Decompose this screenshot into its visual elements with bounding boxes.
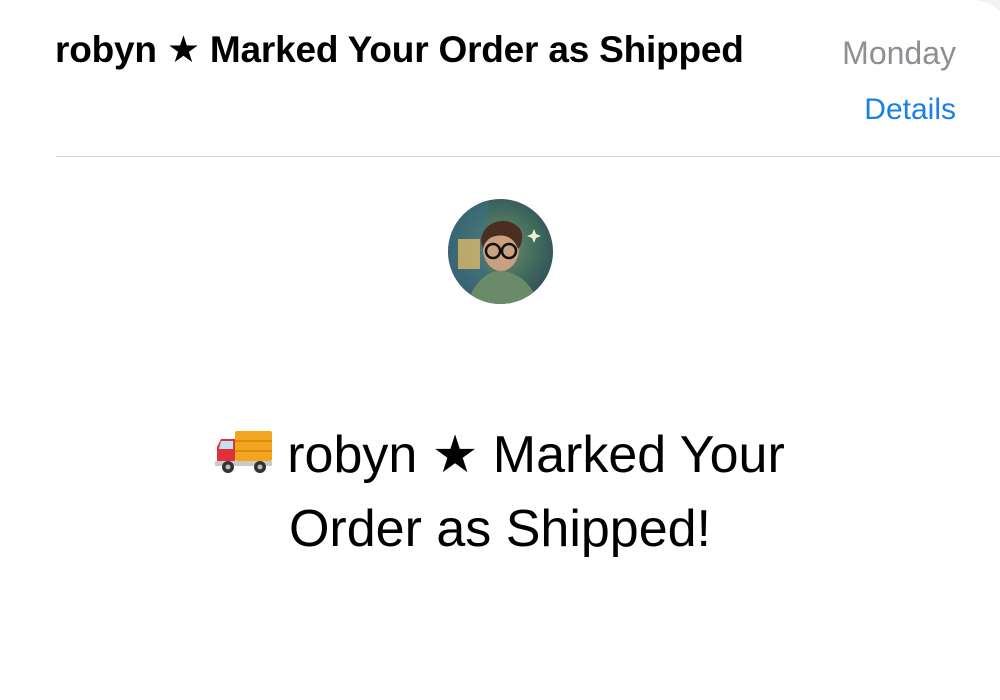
heading-line-2: Order as Shipped! xyxy=(288,500,712,558)
email-date: Monday xyxy=(842,35,956,71)
email-subject: robyn ★ Marked Your Order as Shipped xyxy=(55,29,744,70)
delivery-truck-icon xyxy=(215,427,273,475)
email-body-heading: robyn ★ Marked Your Order as Shipped! xyxy=(160,418,840,566)
heading-line-1: robyn ★ Marked Your xyxy=(287,426,785,484)
header-divider xyxy=(56,156,1000,157)
email-view: robyn ★ Marked Your Order as Shipped Mon… xyxy=(0,0,1000,700)
sender-avatar xyxy=(448,199,553,304)
details-link[interactable]: Details xyxy=(864,93,956,127)
